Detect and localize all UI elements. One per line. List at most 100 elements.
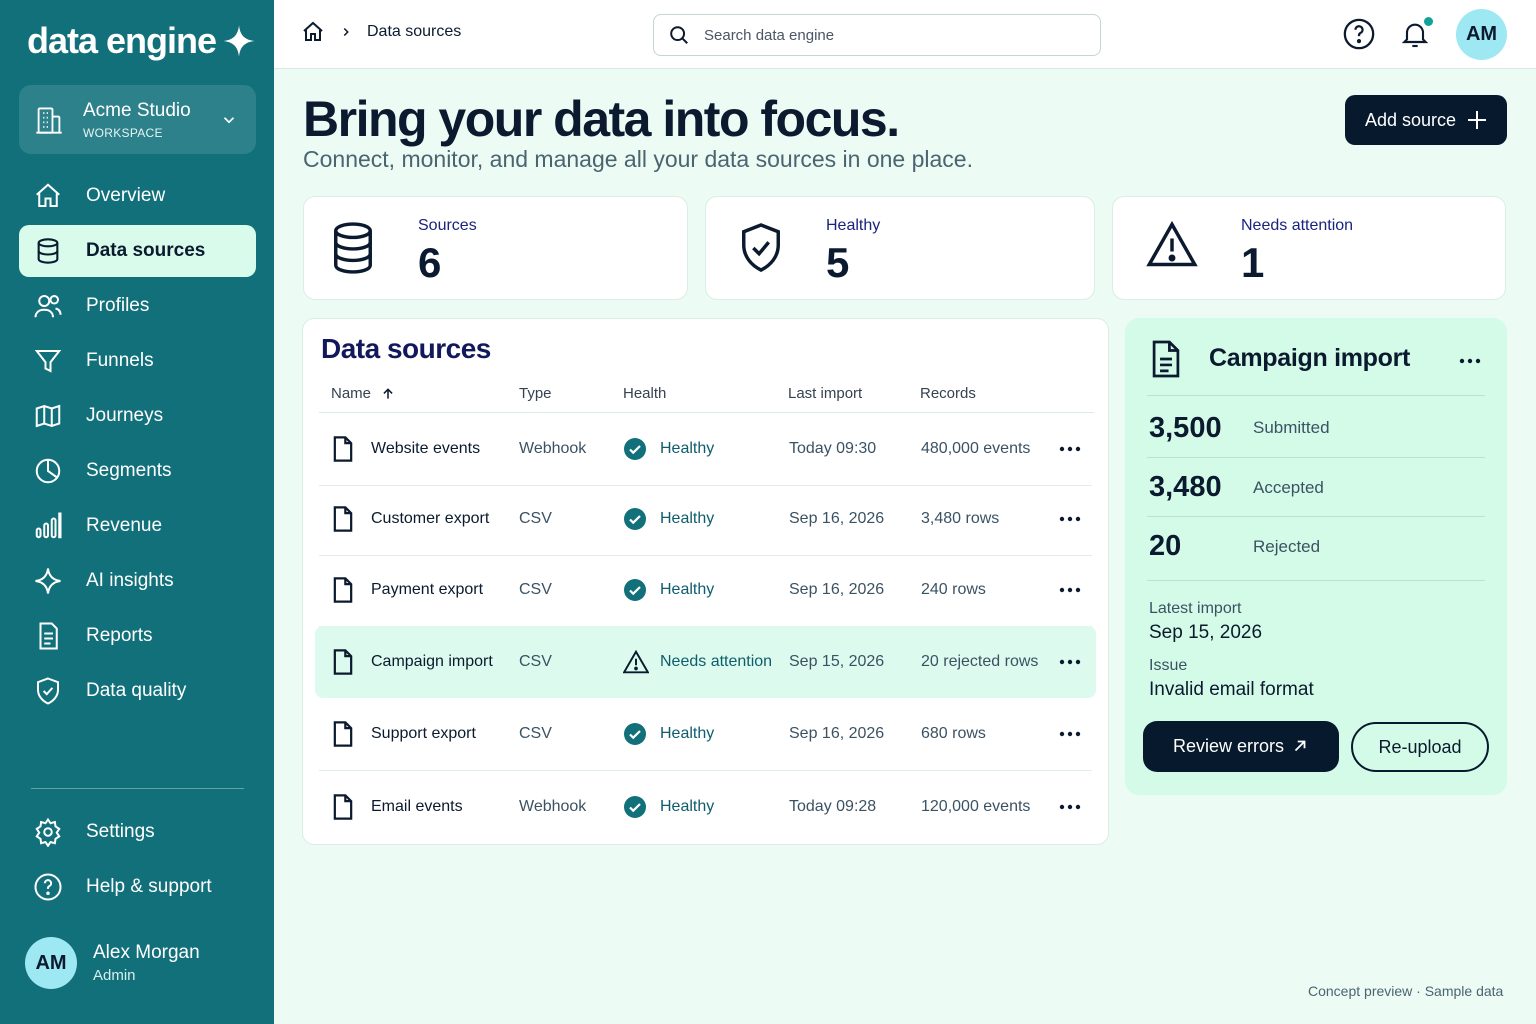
workspace-label: WORKSPACE bbox=[83, 125, 163, 140]
record-count: 480,000 events bbox=[921, 440, 1031, 457]
check-circle-icon bbox=[624, 579, 646, 601]
sidebar-item-funnels[interactable]: Funnels bbox=[19, 335, 256, 387]
more-options-icon[interactable] bbox=[1059, 804, 1081, 810]
file-icon bbox=[333, 436, 353, 462]
search-icon bbox=[670, 26, 688, 44]
brand-logo[interactable]: data engine bbox=[27, 20, 256, 62]
more-options-icon[interactable] bbox=[1059, 659, 1081, 665]
table-row[interactable]: Support export CSV Healthy Sep 16, 2026 … bbox=[315, 698, 1096, 771]
column-label: Type bbox=[519, 385, 552, 402]
report-icon bbox=[33, 621, 63, 651]
database-icon bbox=[334, 222, 372, 274]
table-row[interactable]: Website events Webhook Healthy Today 09:… bbox=[315, 413, 1096, 486]
source-type: CSV bbox=[519, 581, 552, 598]
sidebar: data engine Acme Studio WORKSPACE Overvi… bbox=[0, 0, 274, 1024]
table-row[interactable]: Payment export CSV Healthy Sep 16, 2026 … bbox=[315, 554, 1096, 627]
file-icon bbox=[333, 794, 353, 820]
panel-divider bbox=[1147, 516, 1485, 517]
last-import: Today 09:28 bbox=[789, 798, 877, 815]
record-count: 120,000 events bbox=[921, 798, 1031, 815]
check-circle-icon bbox=[624, 723, 646, 745]
review-errors-label: Review errors bbox=[1173, 736, 1285, 756]
stat-label: Needs attention bbox=[1241, 217, 1354, 234]
table-row-selected[interactable]: Campaign import CSV Needs attention Sep … bbox=[315, 626, 1096, 698]
source-type: CSV bbox=[519, 653, 552, 670]
sidebar-item-settings[interactable]: Settings bbox=[19, 806, 256, 858]
review-errors-button[interactable]: Review errors bbox=[1143, 721, 1339, 772]
re-upload-label: Re-upload bbox=[1378, 736, 1462, 757]
stat-card-sources: Sources 6 bbox=[303, 196, 688, 300]
stat-label: Sources bbox=[418, 217, 477, 234]
add-source-button[interactable]: Add source bbox=[1345, 95, 1507, 145]
sidebar-item-profiles[interactable]: Profiles bbox=[19, 280, 256, 332]
file-icon bbox=[333, 577, 353, 603]
sidebar-item-segments[interactable]: Segments bbox=[19, 445, 256, 497]
home-icon[interactable] bbox=[301, 20, 325, 44]
source-type: CSV bbox=[519, 510, 552, 527]
page-subtitle: Connect, monitor, and manage all your da… bbox=[303, 146, 973, 172]
user-profile[interactable]: AM Alex Morgan Admin bbox=[25, 937, 200, 989]
sidebar-item-ai-insights[interactable]: AI insights bbox=[19, 555, 256, 607]
help-icon bbox=[1343, 18, 1375, 50]
breadcrumb-current[interactable]: Data sources bbox=[367, 23, 461, 41]
breadcrumb: Data sources bbox=[301, 20, 461, 44]
column-header-health[interactable]: Health bbox=[623, 385, 666, 402]
table-row[interactable]: Customer export CSV Healthy Sep 16, 2026… bbox=[315, 483, 1096, 556]
warning-icon bbox=[623, 650, 649, 674]
stat-card-healthy: Healthy 5 bbox=[705, 196, 1095, 300]
column-header-name[interactable]: Name bbox=[331, 385, 395, 402]
sidebar-item-journeys[interactable]: Journeys bbox=[19, 390, 256, 442]
chevron-down-icon bbox=[223, 117, 235, 124]
stat-value: 1 bbox=[1241, 239, 1265, 286]
panel-title: Campaign import bbox=[1209, 344, 1411, 372]
column-header-type[interactable]: Type bbox=[519, 385, 552, 402]
last-import: Sep 16, 2026 bbox=[789, 725, 885, 742]
sidebar-item-help[interactable]: Help & support bbox=[19, 861, 256, 913]
sidebar-item-reports[interactable]: Reports bbox=[19, 610, 256, 662]
sidebar-item-revenue[interactable]: Revenue bbox=[19, 500, 256, 552]
record-count: 240 rows bbox=[921, 581, 986, 598]
users-icon bbox=[33, 291, 63, 321]
more-options-icon[interactable] bbox=[1059, 731, 1081, 737]
health-status: Healthy bbox=[660, 440, 715, 457]
workspace-name: Acme Studio bbox=[83, 99, 191, 121]
re-upload-button[interactable]: Re-upload bbox=[1351, 722, 1489, 772]
issue-label: Issue bbox=[1149, 657, 1188, 674]
search-bar[interactable] bbox=[653, 14, 1101, 56]
workspace-switcher[interactable]: Acme Studio WORKSPACE bbox=[19, 85, 256, 154]
more-options-icon[interactable] bbox=[1059, 446, 1081, 452]
metric-label-rejected: Rejected bbox=[1253, 537, 1321, 556]
file-icon bbox=[333, 649, 353, 675]
sidebar-item-data-quality[interactable]: Data quality bbox=[19, 665, 256, 717]
more-options-icon[interactable] bbox=[1059, 516, 1081, 522]
column-header-records[interactable]: Records bbox=[920, 385, 976, 402]
more-options-icon[interactable] bbox=[1059, 587, 1081, 593]
last-import: Today 09:30 bbox=[789, 440, 877, 457]
health-status: Healthy bbox=[660, 510, 715, 527]
source-name: Customer export bbox=[371, 510, 490, 527]
help-button[interactable] bbox=[1342, 17, 1376, 51]
sidebar-item-label: Help & support bbox=[86, 876, 212, 897]
avatar[interactable]: AM bbox=[1456, 9, 1507, 60]
building-icon bbox=[36, 107, 62, 134]
record-count: 3,480 rows bbox=[921, 510, 1000, 527]
sidebar-item-overview[interactable]: Overview bbox=[19, 170, 256, 222]
add-source-label: Add source bbox=[1365, 109, 1457, 130]
metric-value-submitted: 3,500 bbox=[1149, 412, 1222, 444]
panel-divider bbox=[1147, 457, 1485, 458]
column-header-last-import[interactable]: Last import bbox=[788, 385, 862, 402]
more-options-icon[interactable] bbox=[1459, 358, 1481, 364]
notifications-button[interactable] bbox=[1399, 17, 1433, 51]
sidebar-item-label: Data quality bbox=[86, 680, 187, 701]
avatar: AM bbox=[25, 937, 77, 989]
search-input[interactable] bbox=[704, 26, 1064, 44]
check-circle-icon bbox=[624, 796, 646, 818]
column-label: Last import bbox=[788, 385, 863, 402]
last-import: Sep 16, 2026 bbox=[789, 510, 885, 527]
arrow-up-right-icon bbox=[1294, 740, 1306, 752]
sidebar-item-label: Settings bbox=[86, 821, 155, 842]
source-type: Webhook bbox=[519, 798, 587, 815]
sidebar-item-data-sources[interactable]: Data sources bbox=[19, 225, 256, 277]
file-icon bbox=[333, 721, 353, 747]
table-row[interactable]: Email events Webhook Healthy Today 09:28… bbox=[315, 771, 1096, 843]
